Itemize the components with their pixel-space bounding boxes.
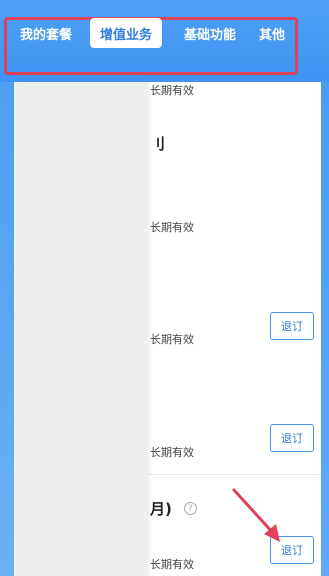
item-validity: 长期有效 — [150, 446, 194, 459]
item-title: 月) — [150, 500, 172, 518]
unsubscribe-button[interactable]: 退订 — [270, 424, 314, 452]
item-validity: 长期有效 — [150, 84, 194, 97]
overlay-panel — [14, 82, 148, 576]
item-title: 刂 — [150, 135, 166, 153]
item-validity: 长期有效 — [150, 221, 194, 234]
item-validity: 长期有效 — [150, 558, 194, 571]
item-validity: 长期有效 — [150, 333, 194, 346]
tab-other[interactable]: 其他 — [250, 18, 294, 48]
red-arrow-icon — [232, 488, 280, 542]
left-edge-strip — [0, 82, 14, 576]
tab-basic-functions[interactable]: 基础功能 — [172, 18, 248, 48]
tab-value-added[interactable]: 增值业务 — [90, 18, 162, 48]
tab-my-plan[interactable]: 我的套餐 — [12, 18, 80, 48]
help-icon[interactable]: ? — [184, 502, 197, 515]
unsubscribe-button[interactable]: 退订 — [270, 312, 314, 340]
right-edge-strip — [321, 82, 329, 576]
divider — [148, 474, 321, 475]
